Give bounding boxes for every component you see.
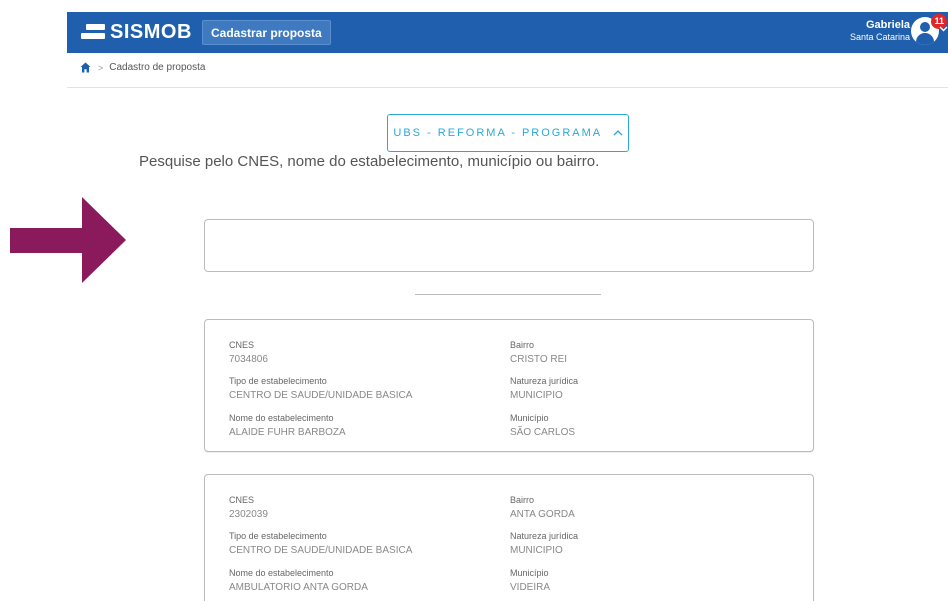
bairro-field: Bairro CRISTO REI <box>510 340 568 365</box>
top-navbar: SISMOB Cadastrar proposta Gabriela Santa… <box>67 12 948 53</box>
municipio-field: Município SÃO CARLOS <box>510 413 576 438</box>
home-icon[interactable] <box>80 62 91 73</box>
program-select-label: UBS - REFORMA - PROGRAMA <box>393 127 602 139</box>
cadastrar-proposta-button[interactable]: Cadastrar proposta <box>202 20 331 45</box>
breadcrumb-separator: > <box>98 62 104 73</box>
cnes-field: CNES 2302039 <box>229 495 268 520</box>
chevron-up-icon <box>613 115 623 151</box>
divider <box>415 294 601 295</box>
logo-mark-icon <box>81 22 105 42</box>
bairro-field: Bairro ANTA GORDA <box>510 495 575 520</box>
tipo-field: Tipo de estabelecimento CENTRO DE SAUDE/… <box>229 531 413 556</box>
result-card[interactable]: CNES 7034806 Bairro CRISTO REI Tipo de e… <box>204 319 814 452</box>
cnes-field: CNES 7034806 <box>229 340 268 365</box>
municipio-field: Município VIDEIRA <box>510 568 551 593</box>
user-name: Gabriela <box>865 19 910 31</box>
result-card[interactable]: CNES 2302039 Bairro ANTA GORDA Tipo de e… <box>204 474 814 601</box>
breadcrumb-current: Cadastro de proposta <box>109 62 206 73</box>
program-select-button[interactable]: UBS - REFORMA - PROGRAMA <box>387 114 629 152</box>
nome-field: Nome do estabelecimento AMBULATORIO ANTA… <box>229 568 368 593</box>
tipo-field: Tipo de estabelecimento CENTRO DE SAUDE/… <box>229 376 413 401</box>
user-info[interactable]: Gabriela Santa Catarina <box>850 19 910 43</box>
sismob-logo[interactable]: SISMOB <box>81 19 192 45</box>
page: SISMOB Cadastrar proposta Gabriela Santa… <box>0 0 948 601</box>
logo-text: SISMOB <box>110 20 192 43</box>
annotation-arrow-icon <box>10 197 128 288</box>
user-state: Santa Catarina <box>849 32 910 42</box>
nome-field: Nome do estabelecimento ALAIDE FUHR BARB… <box>229 413 346 438</box>
chevron-down-icon[interactable] <box>939 24 948 35</box>
natureza-field: Natureza jurídica MUNICIPIO <box>510 531 579 556</box>
search-input[interactable] <box>204 219 814 272</box>
natureza-field: Natureza jurídica MUNICIPIO <box>510 376 579 401</box>
divider <box>67 87 948 88</box>
breadcrumb: > Cadastro de proposta <box>80 62 205 73</box>
search-hint: Pesquise pelo CNES, nome do estabelecime… <box>139 153 600 170</box>
